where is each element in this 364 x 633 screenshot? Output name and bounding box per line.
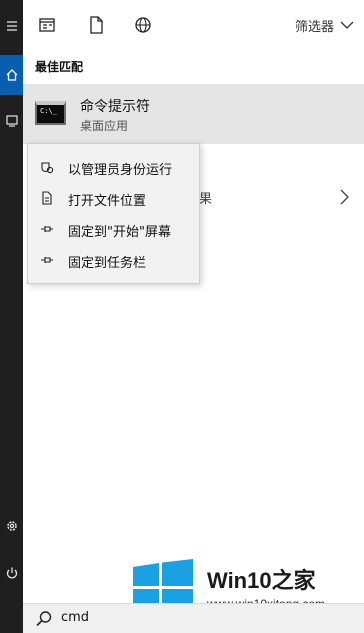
document-icon[interactable]	[86, 15, 106, 35]
search-toolbar: 筛选器	[23, 0, 364, 50]
filter-label: 筛选器	[294, 19, 334, 35]
watermark-brand-suffix: 之家	[271, 568, 316, 593]
search-bar[interactable]: cmd	[23, 603, 364, 633]
home-icon[interactable]	[0, 64, 23, 86]
menu-item-open-file-location[interactable]: 打开文件位置	[28, 183, 199, 214]
menu-item-label: 以管理员身份运行	[68, 163, 173, 178]
menu-item-label: 固定到"开始"屏幕	[68, 225, 171, 240]
menu-item-label: 打开文件位置	[68, 194, 147, 209]
search-panel: 筛选器 最佳匹配 C:\_ 命令提示符 桌面应用 果	[23, 0, 364, 633]
settings-icon[interactable]	[0, 515, 23, 537]
apps-icon[interactable]	[37, 15, 57, 35]
best-match-heading: 最佳匹配	[35, 60, 84, 74]
watermark-brand-prefix: Win10	[207, 568, 272, 593]
menu-item-pin-to-start[interactable]: 固定到"开始"屏幕	[28, 214, 199, 245]
shield-icon	[41, 162, 54, 174]
web-icon[interactable]	[133, 15, 153, 35]
context-menu: 以管理员身份运行 打开文件位置 固定到"开始"屏幕 固定到任务栏	[27, 143, 200, 284]
power-icon[interactable]	[0, 562, 23, 584]
search-input[interactable]: cmd	[61, 610, 89, 625]
watermark-brand: Win10之家	[207, 563, 316, 595]
best-match-item[interactable]: C:\_ 命令提示符 桌面应用	[23, 84, 364, 144]
search-icon	[36, 611, 52, 627]
result-text-fragment: 果	[199, 192, 213, 207]
file-icon	[42, 191, 52, 205]
start-rail	[0, 0, 23, 633]
pin-icon	[41, 226, 53, 232]
chevron-down-icon	[340, 21, 354, 29]
chevron-right-icon[interactable]	[338, 188, 350, 206]
documents-icon[interactable]	[0, 110, 23, 132]
app-type: 桌面应用	[80, 119, 129, 133]
menu-item-pin-to-taskbar[interactable]: 固定到任务栏	[28, 245, 199, 276]
menu-item-label: 固定到任务栏	[68, 256, 147, 271]
hamburger-menu-icon[interactable]	[0, 16, 23, 38]
menu-item-run-as-admin[interactable]: 以管理员身份运行	[28, 152, 199, 183]
filter-dropdown[interactable]: 筛选器	[295, 15, 354, 35]
pin-icon	[41, 257, 53, 263]
app-name: 命令提示符	[80, 99, 150, 115]
command-prompt-icon: C:\_	[35, 101, 66, 125]
